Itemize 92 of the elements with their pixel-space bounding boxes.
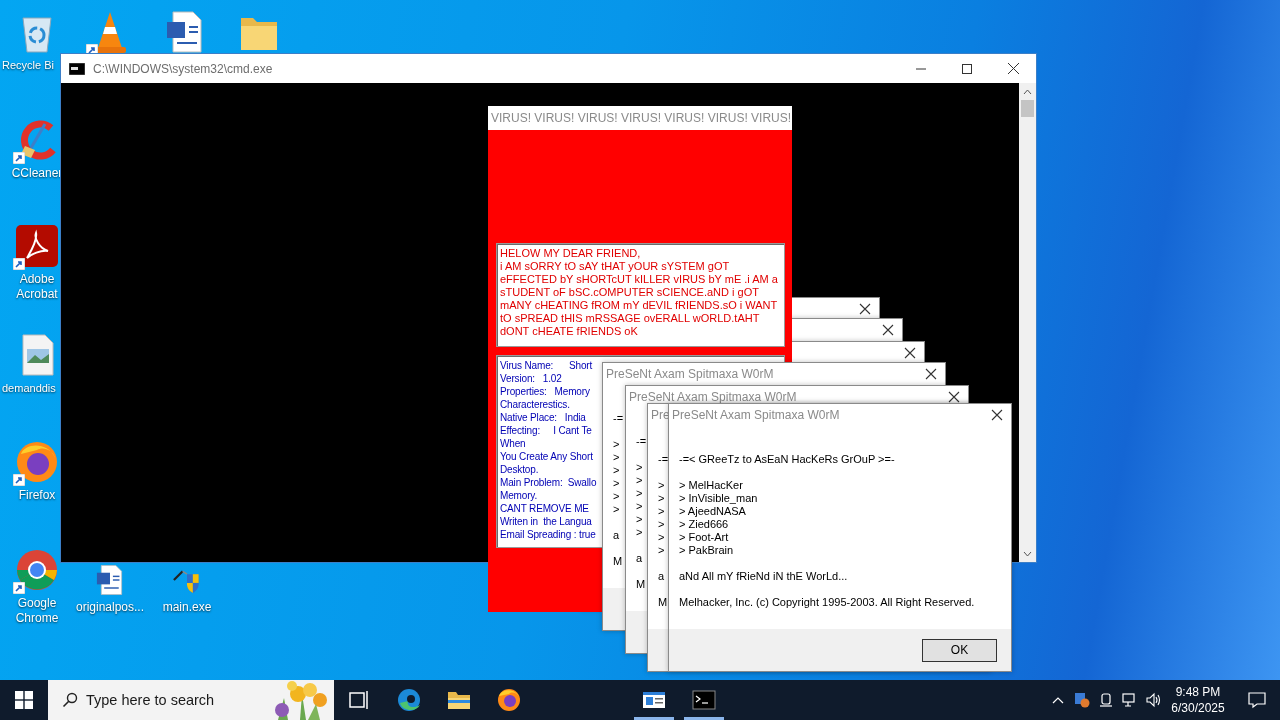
name-line: > InVisible_man	[679, 492, 758, 505]
icon-label: Firefox	[17, 488, 57, 503]
maximize-icon[interactable]	[962, 63, 972, 74]
network-icon[interactable]	[1122, 692, 1138, 708]
name-line: >	[613, 438, 620, 451]
friends-text: a	[636, 552, 643, 565]
friends-text: aNd All mY fRieNd iN thE WorLd...	[679, 570, 848, 583]
copyright-text: Melhacker, Inc. (c) Copyright 1995-2003. All Right Reserved.	[679, 596, 975, 609]
device-icon[interactable]	[1098, 692, 1114, 708]
scroll-thumb[interactable]	[1021, 100, 1034, 117]
info-line: Effecting: I Cant Te	[500, 424, 592, 437]
info-line: Main Problem: Swallo	[500, 476, 597, 489]
info-line: Version: 1.02	[500, 372, 562, 385]
search-field[interactable]: Type here to search	[78, 692, 258, 708]
info-line: Characterestics.	[500, 398, 570, 411]
close-icon[interactable]	[1007, 63, 1019, 74]
name-line: > Zied666	[679, 518, 729, 531]
name-line: >	[658, 505, 665, 518]
greeting-text: -=	[658, 453, 669, 466]
name-line: >	[613, 464, 620, 477]
name-line: >	[658, 544, 665, 557]
info-line: Email Spreading : true	[500, 528, 596, 541]
close-icon[interactable]	[904, 347, 916, 359]
icon-label: demanddis	[1, 381, 57, 396]
info-line: You Create Any Short	[500, 450, 593, 463]
name-line: >	[658, 518, 665, 531]
icon-label: Google Chrome	[14, 596, 60, 626]
edge-icon[interactable]	[396, 687, 422, 713]
icon-label: main.exe	[161, 600, 213, 615]
name-line: >	[636, 461, 643, 474]
name-line: >	[636, 474, 643, 487]
message-text: HELOW MY DEAR FRIEND, i AM sORRY tO sAY tHAT yOUR sYSTEM gOT eFFECTED bY sHORTcUT kILLER vIRUS bY mE .i AM a sTUDENT oF bSC.cOMPUTER sCIENCE.aND i gOT mANY cHEATING fROM mY dEVIL fRIENDS.sO i WANT tO sPREAD tHIS mRSSAGE ovERALL wORLD.tAHT dONT cHEATE fRIENDS oK	[496, 243, 785, 347]
app-tray-icon[interactable]	[1074, 692, 1090, 708]
copyright-text: M	[636, 578, 646, 591]
window-title: VIRUS! VIRUS! VIRUS! VIRUS! VIRUS! VIRUS! VIRUS!	[491, 111, 792, 125]
name-line: >	[636, 526, 643, 539]
pdf-icon[interactable]	[15, 224, 59, 268]
name-line: >	[613, 490, 620, 503]
clock-time[interactable]: 9:48 PM	[1175, 684, 1221, 700]
greeting-text: -=	[613, 412, 624, 425]
greeting-text: -=	[636, 435, 647, 448]
name-line: >	[613, 503, 620, 516]
info-line: When	[500, 437, 526, 450]
browser-icon[interactable]	[496, 687, 522, 713]
info-line: Memory.	[500, 489, 538, 502]
ok-button[interactable]: OK	[922, 638, 997, 662]
name-line: > AjeedNASA	[679, 505, 746, 518]
copyright-text: M	[658, 596, 668, 609]
close-icon[interactable]	[991, 409, 1003, 421]
friends-text: a	[613, 529, 620, 542]
info-line: Properties: Memory	[500, 385, 590, 398]
dialog-title: PreSeNt Axam Spitmaxa W0rM	[629, 390, 797, 404]
window-title: C:\WINDOWS\system32\cmd.exe	[93, 61, 273, 76]
speaker-icon[interactable]	[1146, 692, 1162, 708]
scrollbar[interactable]	[1019, 83, 1036, 562]
close-icon[interactable]	[925, 368, 937, 380]
name-line: >	[658, 479, 665, 492]
name-line: >	[658, 531, 665, 544]
chevron-up-icon[interactable]	[1052, 696, 1064, 704]
windows-logo-icon[interactable]	[15, 691, 33, 709]
info-line: Writen in the Langua	[500, 515, 592, 528]
friends-text: a	[658, 570, 665, 583]
name-line: > MelHacKer	[679, 479, 743, 492]
close-icon[interactable]	[948, 391, 960, 403]
dialog-title: PreSeNt Axam Spitmaxa W0rM	[672, 408, 840, 422]
info-line: Virus Name: Short	[500, 359, 593, 372]
notification-icon[interactable]	[1248, 691, 1266, 709]
icon-label: Recycle Bi	[1, 58, 55, 73]
name-line: > Foot-Art	[679, 531, 729, 544]
close-icon[interactable]	[882, 324, 894, 336]
terminal-icon[interactable]	[691, 687, 717, 713]
info-line: Native Place: India	[500, 411, 586, 424]
search-icon	[62, 692, 78, 708]
name-line: >	[613, 477, 620, 490]
name-line: >	[658, 492, 665, 505]
icon-label: originalpos...	[74, 600, 145, 615]
name-line: >	[636, 500, 643, 513]
icon-label: Adobe Acrobat	[15, 272, 59, 302]
console-icon	[69, 62, 85, 75]
browser-icon[interactable]	[15, 440, 59, 484]
dialog-title: PreSeNt Axam Spitmaxa W0rM	[606, 367, 774, 381]
name-line: > PakBrain	[679, 544, 734, 557]
name-line: >	[636, 513, 643, 526]
name-line: >	[636, 487, 643, 500]
icon-label: CCleaner	[10, 166, 64, 181]
info-line: Desktop.	[500, 463, 539, 476]
clock-date[interactable]: 6/30/2025	[1171, 700, 1225, 716]
info-line: CANT REMOVE ME	[500, 502, 589, 515]
copyright-text: M	[613, 555, 623, 568]
name-line: >	[613, 451, 620, 464]
greeting-text: -=< GReeTz to AsEaN HacKeRs GrOuP >=-	[679, 453, 895, 466]
close-icon[interactable]	[859, 303, 871, 315]
